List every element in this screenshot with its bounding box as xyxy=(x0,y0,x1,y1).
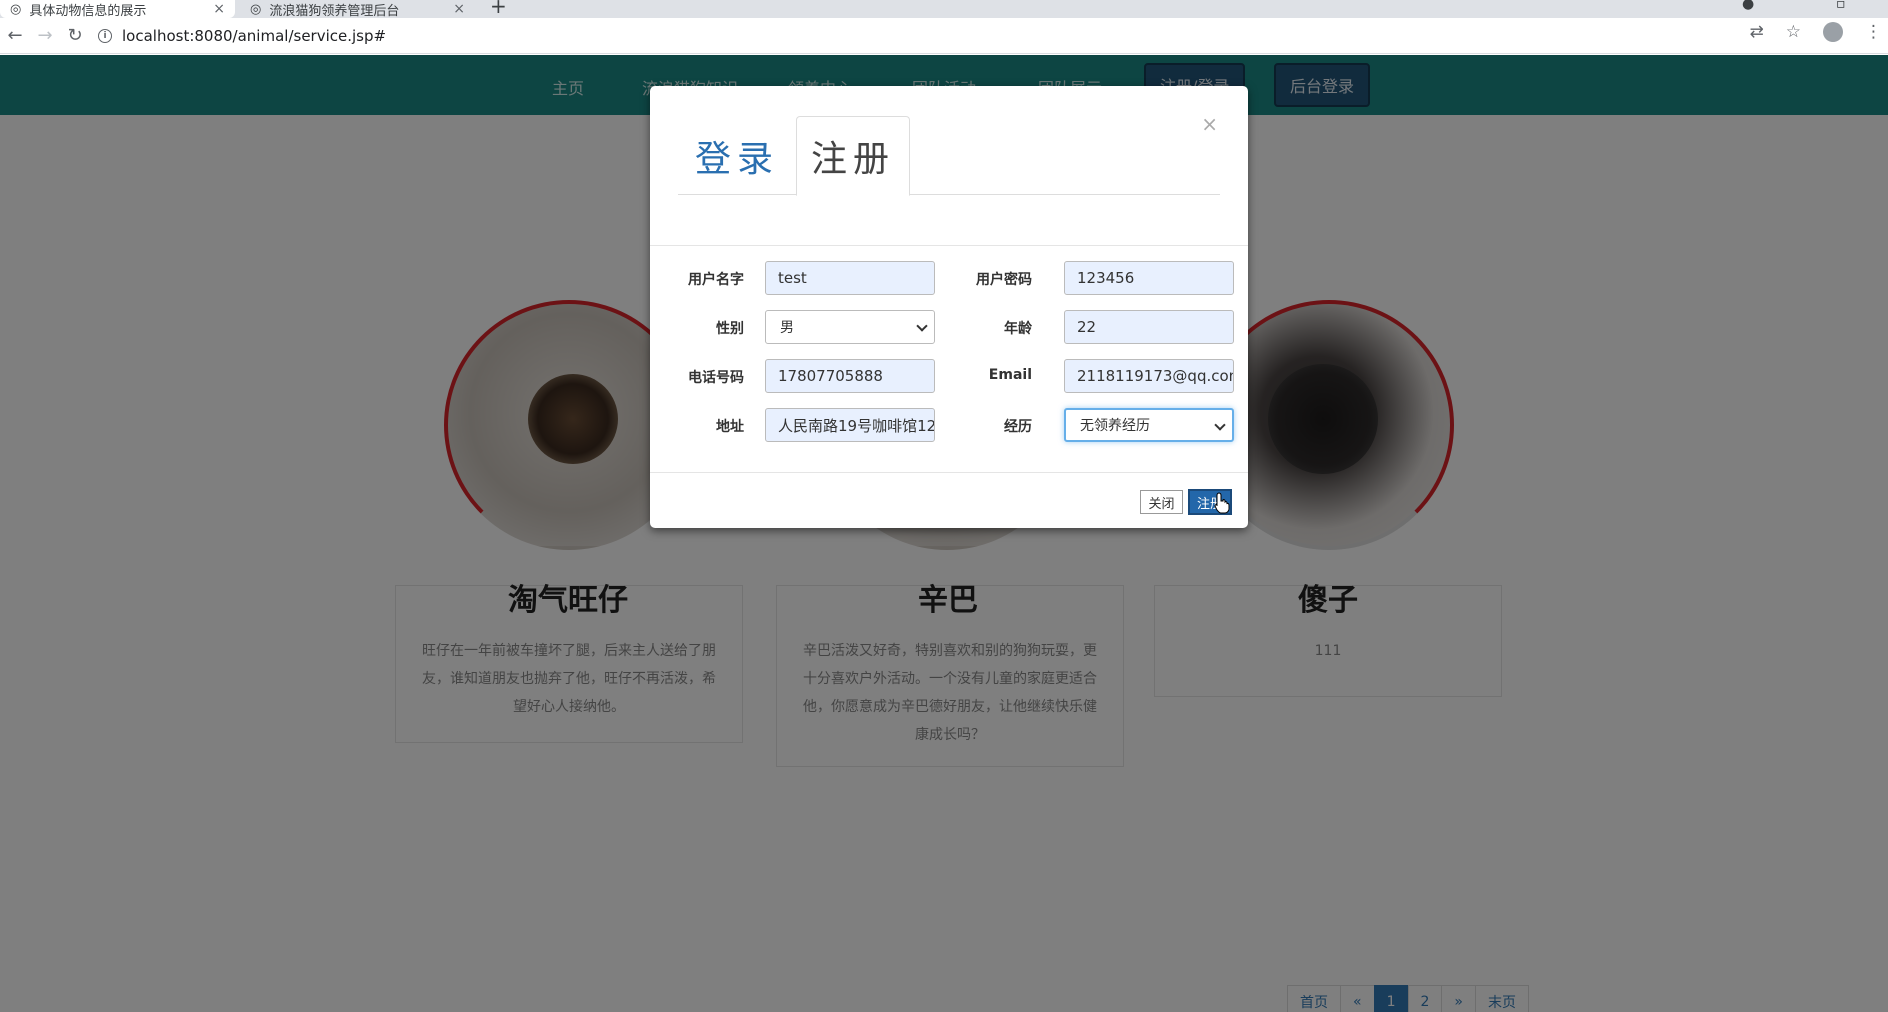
new-tab-icon[interactable]: + xyxy=(490,0,507,18)
username-input[interactable]: test xyxy=(765,261,935,295)
gender-select[interactable]: 男 xyxy=(765,310,935,344)
experience-label: 经历 xyxy=(1004,419,1032,435)
tab-title: 流浪猫狗领养管理后台 xyxy=(269,3,400,19)
bookmark-star-icon[interactable]: ☆ xyxy=(1786,22,1801,42)
chevron-down-icon xyxy=(916,320,928,332)
username-label: 用户名字 xyxy=(688,272,744,288)
phone-label: 电话号码 xyxy=(688,370,744,386)
globe-icon: ◎ xyxy=(10,1,22,17)
email-input[interactable]: 2118119173@qq.com xyxy=(1064,359,1234,393)
forward-arrow-icon[interactable]: → xyxy=(30,25,60,46)
address-input[interactable]: 人民南路19号咖啡馆12 xyxy=(765,408,935,442)
address-label: 地址 xyxy=(716,419,744,435)
profile-avatar-icon[interactable] xyxy=(1823,22,1843,42)
profile-status-icon[interactable]: ● xyxy=(1742,0,1754,12)
window-control-icon[interactable]: ▫ xyxy=(1836,0,1846,12)
gender-label: 性别 xyxy=(716,321,744,337)
phone-input[interactable]: 17807705888 xyxy=(765,359,935,393)
register-modal: × 登录 注册 用户名字 test 用户密码 123456 性别 男 年龄 22… xyxy=(650,86,1248,528)
browser-tab[interactable]: ◎ 流浪猫狗领养管理后台 × xyxy=(240,0,475,18)
modal-footer-divider xyxy=(650,472,1248,473)
translate-icon[interactable]: ⇄ xyxy=(1750,22,1764,42)
modal-header: × 登录 注册 xyxy=(650,86,1248,246)
url-text: localhost:8080/animal/service.jsp# xyxy=(122,27,387,45)
tab-close-icon[interactable]: × xyxy=(453,1,465,17)
experience-selected: 无领养经历 xyxy=(1080,418,1150,434)
experience-select[interactable]: 无领养经历 xyxy=(1064,408,1234,442)
tab-login[interactable]: 登录 xyxy=(678,116,796,195)
age-label: 年龄 xyxy=(1004,321,1032,337)
browser-tab-bar: ◎ 具体动物信息的展示 × ◎ 流浪猫狗领养管理后台 × + ● ▫ xyxy=(0,0,1888,18)
email-label: Email xyxy=(988,367,1032,383)
close-button[interactable]: 关闭 xyxy=(1140,490,1183,514)
password-label: 用户密码 xyxy=(976,272,1032,288)
site-info-icon[interactable]: i xyxy=(98,29,112,43)
age-input[interactable]: 22 xyxy=(1064,310,1234,344)
browser-address-bar: ← → ↻ i localhost:8080/animal/service.js… xyxy=(0,18,1888,54)
chevron-down-icon xyxy=(1214,419,1226,431)
tab-title: 具体动物信息的展示 xyxy=(29,3,147,19)
reload-icon[interactable]: ↻ xyxy=(60,25,90,46)
password-input[interactable]: 123456 xyxy=(1064,261,1234,295)
browser-tab-active[interactable]: ◎ 具体动物信息的展示 × xyxy=(0,0,235,18)
tab-register[interactable]: 注册 xyxy=(796,116,910,196)
tab-close-icon[interactable]: × xyxy=(213,1,225,17)
gender-selected: 男 xyxy=(780,320,794,336)
globe-icon: ◎ xyxy=(250,1,262,17)
url-field[interactable]: i localhost:8080/animal/service.jsp# xyxy=(98,22,1778,50)
hand-cursor-icon xyxy=(1214,492,1230,514)
menu-dots-icon[interactable]: ⋮ xyxy=(1865,22,1882,42)
back-arrow-icon[interactable]: ← xyxy=(0,25,30,46)
auth-tabs: 登录 注册 xyxy=(678,116,1220,196)
